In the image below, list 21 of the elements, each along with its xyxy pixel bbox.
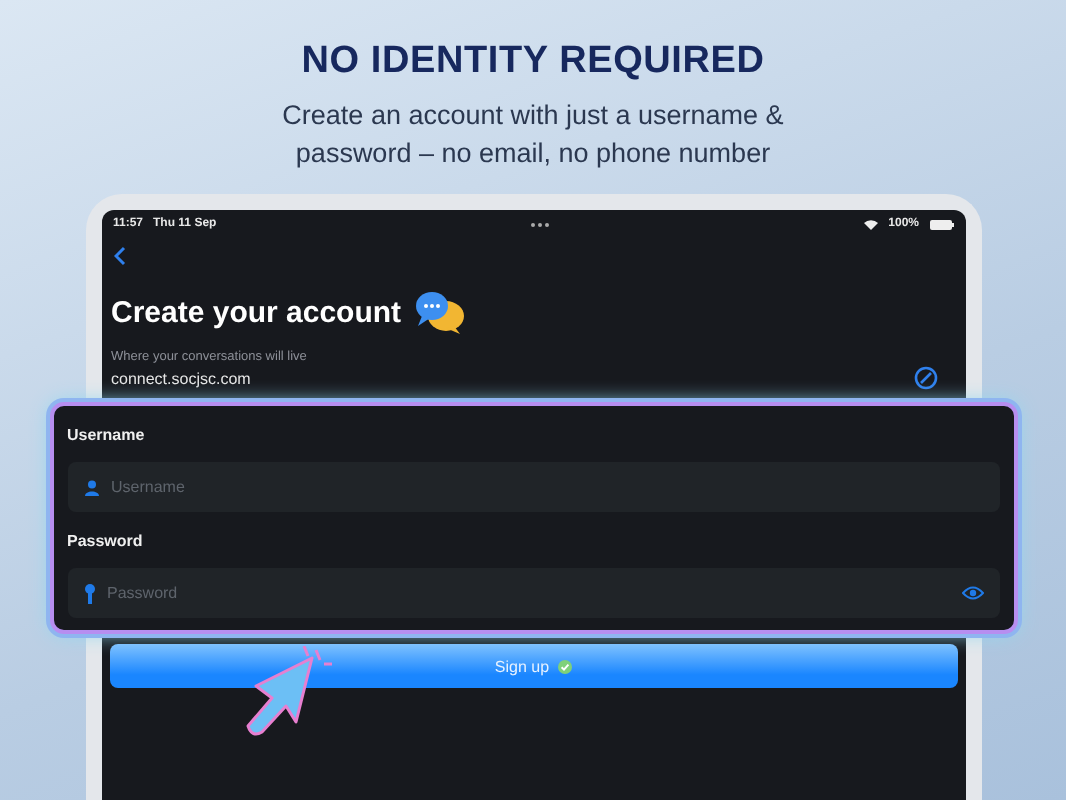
check-circle-icon — [557, 659, 572, 673]
screen-title: Create your account — [111, 295, 402, 329]
edit-circle-icon[interactable] — [913, 366, 937, 390]
battery-icon — [929, 219, 953, 229]
multitask-dots-icon[interactable] — [530, 221, 551, 227]
eye-icon[interactable] — [961, 586, 983, 600]
subtitle: Create an account with just a username & password – no email, no phone number — [280, 98, 786, 172]
text-field[interactable]: Password — [67, 568, 999, 618]
text-field[interactable]: Username — [67, 462, 999, 512]
field-label: Password — [67, 532, 145, 550]
chat-bubbles-icon — [413, 290, 466, 334]
person-icon — [83, 479, 99, 495]
field-label: Username — [67, 426, 147, 444]
back-chevron-icon[interactable] — [113, 246, 125, 266]
input-field[interactable]: Password — [103, 582, 953, 604]
input-field[interactable]: Username — [107, 476, 983, 498]
headline: NO IDENTITY REQUIRED — [301, 40, 765, 84]
wifi-icon — [864, 219, 879, 229]
server-address: connect.socjsc.com — [111, 369, 251, 387]
sign-up-button[interactable]: Sign up — [109, 644, 957, 688]
key-icon — [83, 583, 95, 603]
